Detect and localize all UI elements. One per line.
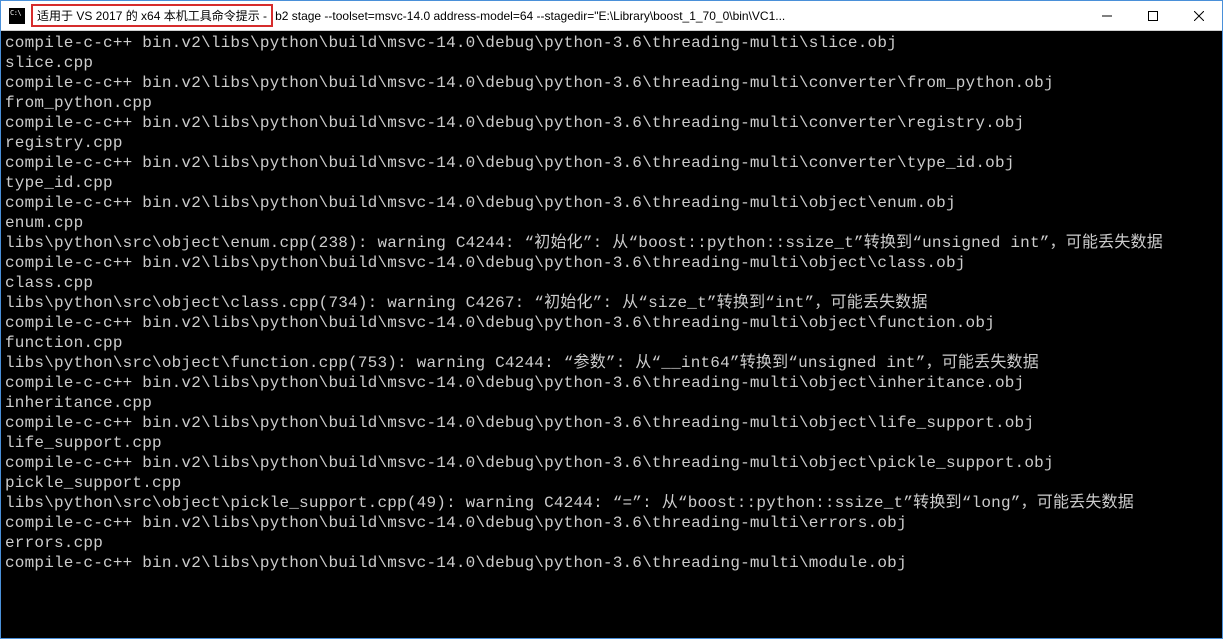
console-line: compile-c-c++ bin.v2\libs\python\build\m… (5, 413, 1218, 433)
console-line: compile-c-c++ bin.v2\libs\python\build\m… (5, 33, 1218, 53)
minimize-icon (1102, 11, 1112, 21)
window-controls (1084, 1, 1222, 30)
window-titlebar[interactable]: 适用于 VS 2017 的 x64 本机工具命令提示 - b2 stage --… (1, 1, 1222, 31)
console-line: type_id.cpp (5, 173, 1218, 193)
console-line: compile-c-c++ bin.v2\libs\python\build\m… (5, 553, 1218, 573)
console-line: compile-c-c++ bin.v2\libs\python\build\m… (5, 73, 1218, 93)
console-output[interactable]: compile-c-c++ bin.v2\libs\python\build\m… (1, 31, 1222, 638)
console-line: compile-c-c++ bin.v2\libs\python\build\m… (5, 513, 1218, 533)
close-icon (1194, 11, 1204, 21)
console-line: enum.cpp (5, 213, 1218, 233)
console-line: errors.cpp (5, 533, 1218, 553)
maximize-button[interactable] (1130, 1, 1176, 30)
console-line: registry.cpp (5, 133, 1218, 153)
console-line: class.cpp (5, 273, 1218, 293)
close-button[interactable] (1176, 1, 1222, 30)
console-line: libs\python\src\object\enum.cpp(238): wa… (5, 233, 1218, 253)
console-line: slice.cpp (5, 53, 1218, 73)
console-line: compile-c-c++ bin.v2\libs\python\build\m… (5, 373, 1218, 393)
console-line: function.cpp (5, 333, 1218, 353)
console-line: libs\python\src\object\class.cpp(734): w… (5, 293, 1218, 313)
console-line: life_support.cpp (5, 433, 1218, 453)
console-line: compile-c-c++ bin.v2\libs\python\build\m… (5, 253, 1218, 273)
minimize-button[interactable] (1084, 1, 1130, 30)
maximize-icon (1148, 11, 1158, 21)
console-line: compile-c-c++ bin.v2\libs\python\build\m… (5, 193, 1218, 213)
console-line: compile-c-c++ bin.v2\libs\python\build\m… (5, 113, 1218, 133)
window-title-highlighted: 适用于 VS 2017 的 x64 本机工具命令提示 - (31, 4, 273, 27)
console-line: libs\python\src\object\function.cpp(753)… (5, 353, 1218, 373)
console-line: compile-c-c++ bin.v2\libs\python\build\m… (5, 153, 1218, 173)
console-line: from_python.cpp (5, 93, 1218, 113)
console-line: compile-c-c++ bin.v2\libs\python\build\m… (5, 453, 1218, 473)
console-line: compile-c-c++ bin.v2\libs\python\build\m… (5, 313, 1218, 333)
cmd-icon (9, 8, 25, 24)
titlebar-left: 适用于 VS 2017 的 x64 本机工具命令提示 - b2 stage --… (1, 4, 1084, 27)
console-line: inheritance.cpp (5, 393, 1218, 413)
console-line: pickle_support.cpp (5, 473, 1218, 493)
console-line: libs\python\src\object\pickle_support.cp… (5, 493, 1218, 513)
window-title-rest: b2 stage --toolset=msvc-14.0 address-mod… (275, 9, 785, 23)
